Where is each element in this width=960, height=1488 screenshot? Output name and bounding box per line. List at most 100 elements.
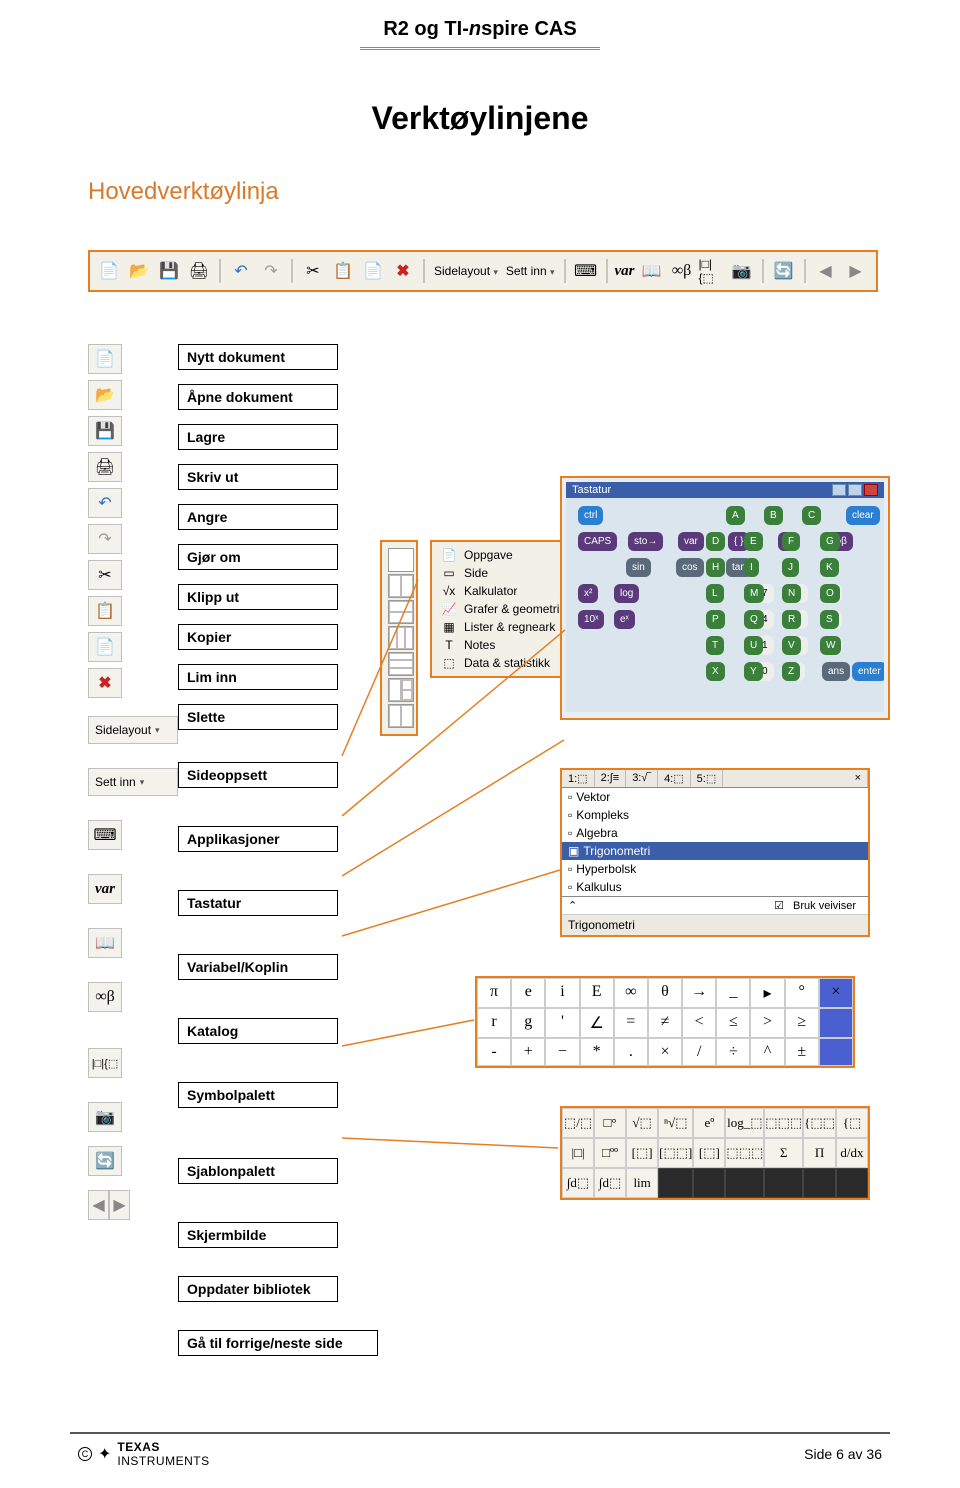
template-cell[interactable]: [⬚⬚] — [658, 1138, 693, 1168]
symbol-cell[interactable] — [819, 1038, 853, 1066]
key[interactable]: E — [744, 532, 763, 551]
symbol-cell[interactable]: ∠ — [580, 1008, 614, 1038]
key[interactable]: ctrl — [578, 506, 603, 525]
key[interactable]: Y — [744, 662, 763, 681]
key[interactable]: A — [726, 506, 745, 525]
catalog-icon[interactable]: 📖 — [639, 258, 665, 284]
mini-refresh-icon[interactable]: 🔄 — [88, 1146, 122, 1176]
category-item[interactable]: ▫Vektor — [562, 788, 868, 806]
mini-paste-icon[interactable]: 📄 — [88, 632, 122, 662]
category-item[interactable]: ▫Kompleks — [562, 806, 868, 824]
key[interactable]: log — [614, 584, 639, 603]
symbol-icon[interactable]: ∞β — [669, 258, 695, 284]
refresh-lib-icon[interactable]: 🔄 — [771, 258, 797, 284]
mini-copy-icon[interactable]: 📋 — [88, 596, 122, 626]
mini-undo-icon[interactable]: ↶ — [88, 488, 122, 518]
key[interactable]: C — [802, 506, 821, 525]
template-cell[interactable]: eº — [693, 1108, 725, 1138]
undo-icon[interactable]: ↶ — [228, 258, 254, 284]
symbol-cell[interactable]: ≥ — [785, 1008, 819, 1038]
template-cell[interactable] — [658, 1168, 693, 1198]
new-doc-icon[interactable]: 📄 — [96, 258, 122, 284]
symbol-cell[interactable] — [819, 1008, 853, 1038]
key[interactable]: Q — [744, 610, 764, 629]
template-cell[interactable]: √⬚ — [626, 1108, 658, 1138]
print-icon[interactable]: 🖨 — [186, 258, 212, 284]
symbol-cell[interactable]: ÷ — [716, 1038, 750, 1066]
key[interactable]: CAPS — [578, 532, 617, 551]
key[interactable]: U — [744, 636, 763, 655]
mini-prev-icon[interactable]: ◀ — [88, 1190, 109, 1220]
key[interactable]: L — [706, 584, 724, 603]
symbol-cell[interactable]: θ — [648, 978, 682, 1008]
tab[interactable]: 3:√‾ — [626, 770, 658, 787]
symbol-cell[interactable]: ▸ — [750, 978, 784, 1008]
symbol-cell[interactable]: ≤ — [716, 1008, 750, 1038]
template-cell[interactable]: |□| — [562, 1138, 594, 1168]
mini-redo-icon[interactable]: ↷ — [88, 524, 122, 554]
key[interactable]: x² — [578, 584, 598, 603]
category-item[interactable]: ▫Kalkulus — [562, 878, 868, 896]
symbol-cell[interactable]: ≠ — [648, 1008, 682, 1038]
category-item[interactable]: ▫Algebra — [562, 824, 868, 842]
key[interactable]: N — [782, 584, 801, 603]
key[interactable]: D — [706, 532, 725, 551]
key[interactable]: B — [764, 506, 783, 525]
key[interactable]: F — [782, 532, 800, 551]
symbol-cell[interactable]: ° — [785, 978, 819, 1008]
next-page-icon[interactable]: ▶ — [843, 258, 869, 284]
symbol-cell[interactable]: ± — [785, 1038, 819, 1066]
wizard-checkbox[interactable]: ☑ Bruk veiviser — [768, 897, 868, 914]
template-cell[interactable]: Σ — [764, 1138, 803, 1168]
layout-option[interactable] — [388, 626, 414, 650]
save-icon[interactable]: 💾 — [156, 258, 182, 284]
template-cell[interactable]: Π — [803, 1138, 836, 1168]
mini-open-icon[interactable]: 📂 — [88, 380, 122, 410]
tab[interactable]: 5:⬚ — [691, 770, 724, 787]
symbol-cell[interactable]: π — [477, 978, 511, 1008]
symbol-cell[interactable]: × — [819, 978, 853, 1008]
category-item[interactable]: ▫Hyperbolsk — [562, 860, 868, 878]
template-cell[interactable] — [803, 1168, 836, 1198]
mini-print-icon[interactable]: 🖨 — [88, 452, 122, 482]
layout-option[interactable] — [388, 704, 414, 728]
template-icon[interactable]: |□|{⬚ — [699, 258, 725, 284]
prev-page-icon[interactable]: ◀ — [813, 258, 839, 284]
screenshot-icon[interactable]: 📷 — [729, 258, 755, 284]
sidelayout-dropdown[interactable]: Sidelayout ▾ — [432, 264, 500, 278]
mini-new-icon[interactable]: 📄 — [88, 344, 122, 374]
settinn-dropdown[interactable]: Sett inn ▾ — [504, 264, 557, 278]
mini-delete-icon[interactable]: ✖ — [88, 668, 122, 698]
tab[interactable]: 2:∫≡ — [595, 770, 627, 787]
tab[interactable]: 4:⬚ — [658, 770, 691, 787]
close-icon[interactable]: × — [849, 770, 868, 787]
template-cell[interactable]: {⬚⬚ — [803, 1108, 836, 1138]
template-cell[interactable]: log_⬚ — [725, 1108, 764, 1138]
symbol-cell[interactable]: - — [477, 1038, 511, 1066]
mini-symbol-icon[interactable]: ∞β — [88, 982, 122, 1012]
symbol-cell[interactable]: ' — [545, 1008, 579, 1038]
symbol-cell[interactable]: _ — [716, 978, 750, 1008]
keyboard-icon[interactable]: ⌨ — [573, 258, 599, 284]
mini-keyboard-icon[interactable]: ⌨ — [88, 820, 122, 850]
copy-icon[interactable]: 📋 — [330, 258, 356, 284]
mini-catalog-icon[interactable]: 📖 — [88, 928, 122, 958]
template-cell[interactable]: □ºº — [594, 1138, 626, 1168]
key[interactable]: 10ˣ — [578, 610, 604, 629]
mini-sidelayout[interactable]: Sidelayout▾ — [88, 716, 178, 744]
key[interactable]: J — [782, 558, 799, 577]
symbol-cell[interactable]: ^ — [750, 1038, 784, 1066]
template-cell[interactable]: ∫d⬚ — [594, 1168, 626, 1198]
mini-cut-icon[interactable]: ✂ — [88, 560, 122, 590]
key[interactable]: T — [706, 636, 724, 655]
symbol-cell[interactable]: g — [511, 1008, 545, 1038]
tab[interactable]: 1:⬚ — [562, 770, 595, 787]
layout-option[interactable] — [388, 574, 414, 598]
category-item[interactable]: ▣Trigonometri — [562, 842, 868, 860]
key[interactable]: R — [782, 610, 801, 629]
key[interactable]: G — [820, 532, 840, 551]
key[interactable]: M — [744, 584, 764, 603]
key[interactable]: K — [820, 558, 839, 577]
symbol-cell[interactable]: i — [545, 978, 579, 1008]
key[interactable]: clear — [846, 506, 880, 525]
